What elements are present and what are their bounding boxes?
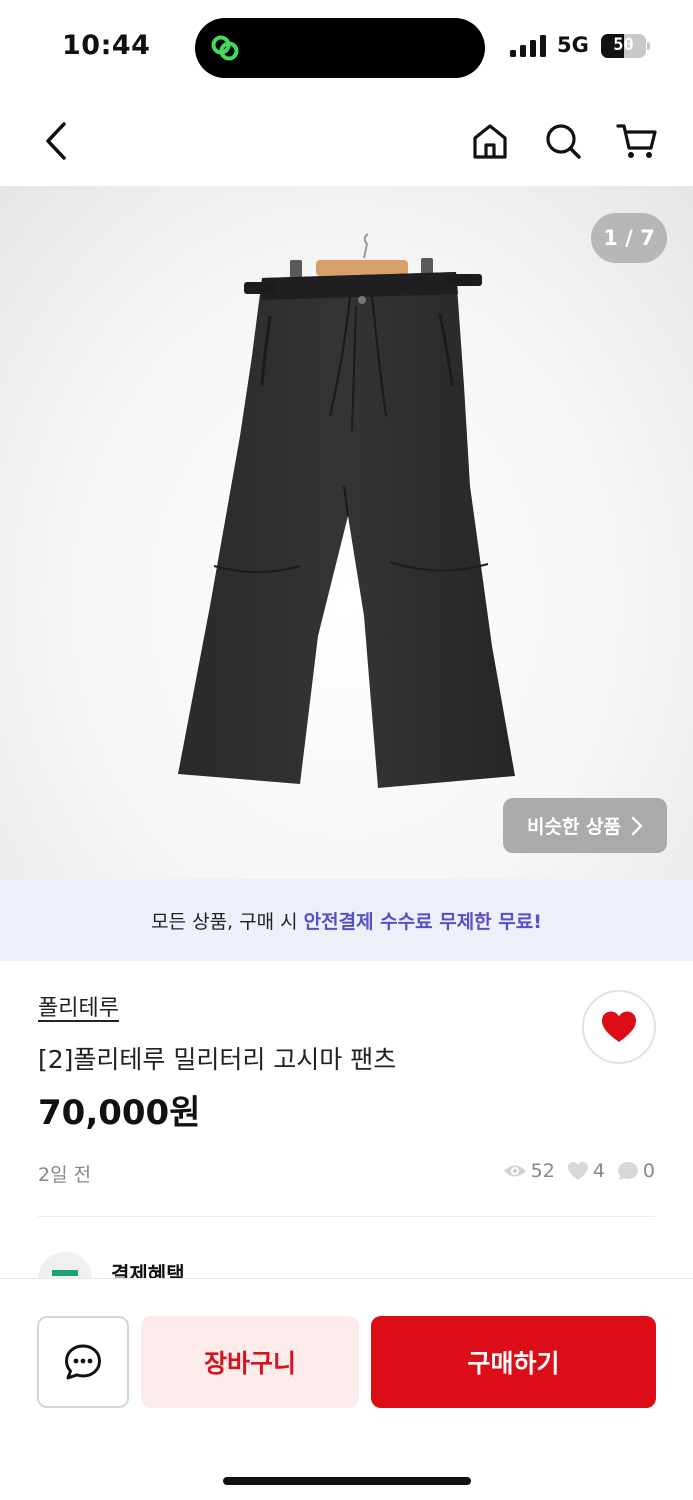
view-count: 52: [503, 1160, 555, 1182]
back-button[interactable]: [32, 116, 82, 166]
product-price: 70,000원: [38, 1093, 201, 1133]
posted-time: 2일 전: [38, 1164, 92, 1186]
view-count-value: 52: [530, 1160, 555, 1182]
status-bar: 10:44 5G 50: [0, 0, 693, 96]
like-count-value: 4: [592, 1160, 605, 1182]
wishlist-button[interactable]: [582, 990, 656, 1064]
promo-text: 모든 상품, 구매 시: [151, 910, 298, 933]
add-to-cart-button[interactable]: 장바구니: [141, 1316, 359, 1408]
top-nav: [0, 96, 693, 186]
search-button[interactable]: [538, 116, 588, 166]
chat-count-value: 0: [642, 1160, 655, 1182]
cart-icon: [616, 124, 657, 158]
bottom-action-bar: 장바구니 구매하기: [0, 1278, 693, 1500]
similar-products-label: 비슷한 상품: [526, 816, 621, 838]
similar-products-button[interactable]: 비슷한 상품: [503, 798, 667, 853]
heart-outline-icon: [567, 1162, 588, 1180]
home-indicator: [223, 1477, 471, 1485]
product-image-gallery[interactable]: 1 / 7 비슷한 상품: [0, 186, 693, 879]
status-time: 10:44: [62, 30, 151, 61]
product-title: [2]폴리테루 밀리터리 고시마 팬츠: [38, 1045, 397, 1074]
page-indicator: 1 / 7: [591, 213, 667, 263]
heart-icon: [602, 1011, 636, 1042]
home-icon: [473, 124, 507, 159]
dynamic-island: [195, 18, 485, 78]
chat-count: 0: [617, 1160, 655, 1182]
signal-icon: [510, 35, 546, 57]
promo-highlight: 안전결제 수수료 무제한 무료!: [303, 910, 542, 933]
chevron-right-icon: [631, 816, 643, 835]
chat-bubble-icon: [617, 1162, 638, 1180]
chat-button[interactable]: [37, 1316, 129, 1408]
like-count: 4: [567, 1160, 605, 1182]
brand-link[interactable]: 폴리테루: [38, 990, 119, 1022]
home-button[interactable]: [465, 116, 515, 166]
battery-level: 50: [613, 35, 634, 55]
link-app-icon: [211, 35, 239, 61]
chat-icon: [65, 1344, 101, 1380]
network-type: 5G: [557, 33, 589, 57]
buy-now-button[interactable]: 구매하기: [371, 1316, 656, 1408]
product-photo-pants: [178, 233, 515, 788]
section-divider: [38, 1216, 655, 1217]
back-icon: [46, 122, 66, 160]
product-stats: 52 4 0: [503, 1160, 655, 1182]
eye-icon: [503, 1165, 526, 1177]
search-icon: [546, 124, 581, 159]
promo-banner[interactable]: 모든 상품, 구매 시 안전결제 수수료 무제한 무료!: [0, 879, 693, 961]
battery-icon: 50: [601, 34, 651, 58]
cart-button[interactable]: [612, 116, 662, 166]
